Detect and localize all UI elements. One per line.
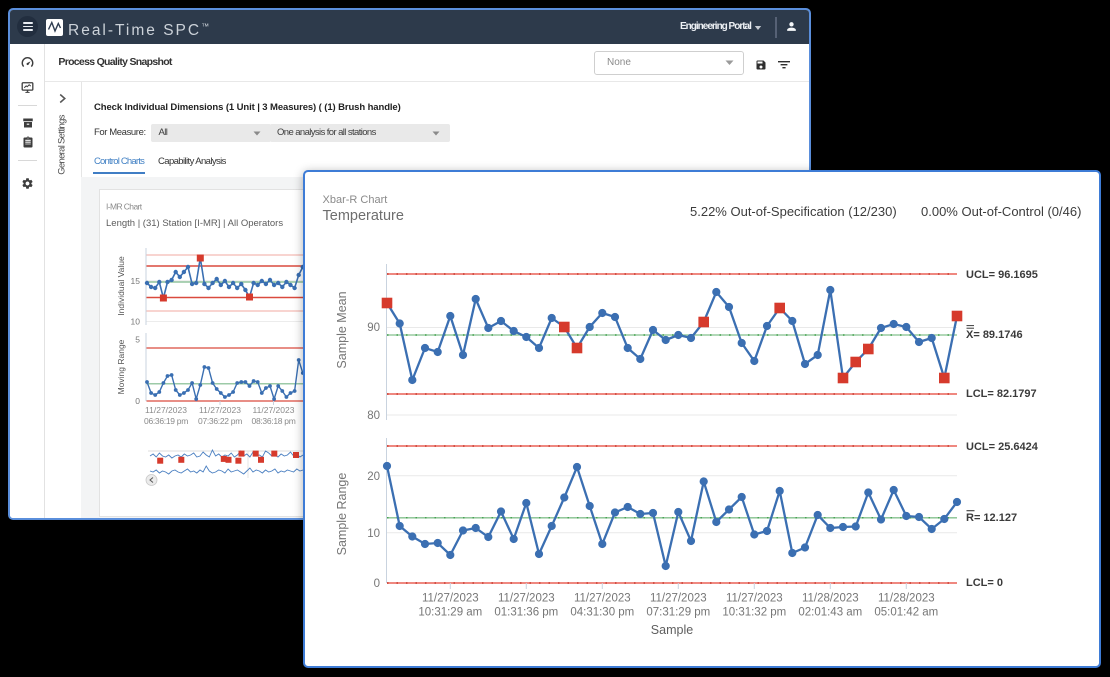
svg-text:11/27/2023: 11/27/2023 bbox=[199, 405, 241, 415]
svg-text:0: 0 bbox=[374, 578, 380, 590]
svg-text:15: 15 bbox=[131, 276, 141, 286]
svg-text:11/27/2023: 11/27/2023 bbox=[498, 593, 555, 605]
svg-text:Individual Value: Individual Value bbox=[116, 256, 126, 316]
svg-text:20: 20 bbox=[367, 471, 380, 483]
svg-text:5: 5 bbox=[135, 335, 140, 345]
svg-text:Moving Range: Moving Range bbox=[116, 339, 126, 394]
svg-text:06:36:19 pm: 06:36:19 pm bbox=[144, 416, 188, 426]
svg-text:LCL= 0: LCL= 0 bbox=[966, 577, 1003, 589]
svg-text:07:31:29 pm: 07:31:29 pm bbox=[646, 607, 710, 619]
svg-text:I-MR Chart: I-MR Chart bbox=[106, 202, 143, 212]
svg-text:11/27/2023: 11/27/2023 bbox=[422, 593, 479, 605]
svg-text:X= 89.1746: X= 89.1746 bbox=[966, 329, 1023, 341]
svg-text:LCL= 82.1797: LCL= 82.1797 bbox=[966, 388, 1037, 400]
svg-text:02:01:43 am: 02:01:43 am bbox=[798, 607, 862, 619]
svg-text:11/27/2023: 11/27/2023 bbox=[574, 593, 631, 605]
svg-text:0: 0 bbox=[135, 396, 140, 406]
svg-text:01:31:36 pm: 01:31:36 pm bbox=[494, 607, 558, 619]
svg-text:10:31:29 am: 10:31:29 am bbox=[418, 607, 482, 619]
svg-text:90: 90 bbox=[367, 322, 380, 334]
svg-text:05:01:42 am: 05:01:42 am bbox=[874, 607, 938, 619]
svg-text:11/27/2023: 11/27/2023 bbox=[253, 405, 295, 415]
svg-text:10: 10 bbox=[131, 317, 141, 327]
svg-text:11/27/2023: 11/27/2023 bbox=[726, 593, 783, 605]
svg-text:Sample Range: Sample Range bbox=[335, 473, 349, 556]
svg-text:11/27/2023: 11/27/2023 bbox=[145, 405, 187, 415]
svg-text:10:31:32 pm: 10:31:32 pm bbox=[722, 607, 786, 619]
svg-text:R= 12.127: R= 12.127 bbox=[966, 512, 1017, 524]
svg-text:Length | (31) Station [I-MR] |: Length | (31) Station [I-MR] | All Opera… bbox=[106, 218, 283, 229]
svg-text:80: 80 bbox=[367, 410, 380, 422]
svg-text:11/28/2023: 11/28/2023 bbox=[878, 593, 935, 605]
svg-text:08:36:18 pm: 08:36:18 pm bbox=[252, 416, 296, 426]
svg-text:04:31:30 pm: 04:31:30 pm bbox=[570, 607, 634, 619]
svg-text:11/27/2023: 11/27/2023 bbox=[650, 593, 707, 605]
svg-text:UCL= 25.6424: UCL= 25.6424 bbox=[966, 441, 1039, 453]
svg-text:Sample Mean: Sample Mean bbox=[335, 291, 349, 368]
svg-text:UCL= 96.1695: UCL= 96.1695 bbox=[966, 269, 1038, 281]
svg-text:Sample: Sample bbox=[651, 623, 693, 637]
svg-text:10: 10 bbox=[367, 528, 380, 540]
svg-text:11/28/2023: 11/28/2023 bbox=[802, 593, 859, 605]
svg-text:07:36:22 pm: 07:36:22 pm bbox=[198, 416, 242, 426]
